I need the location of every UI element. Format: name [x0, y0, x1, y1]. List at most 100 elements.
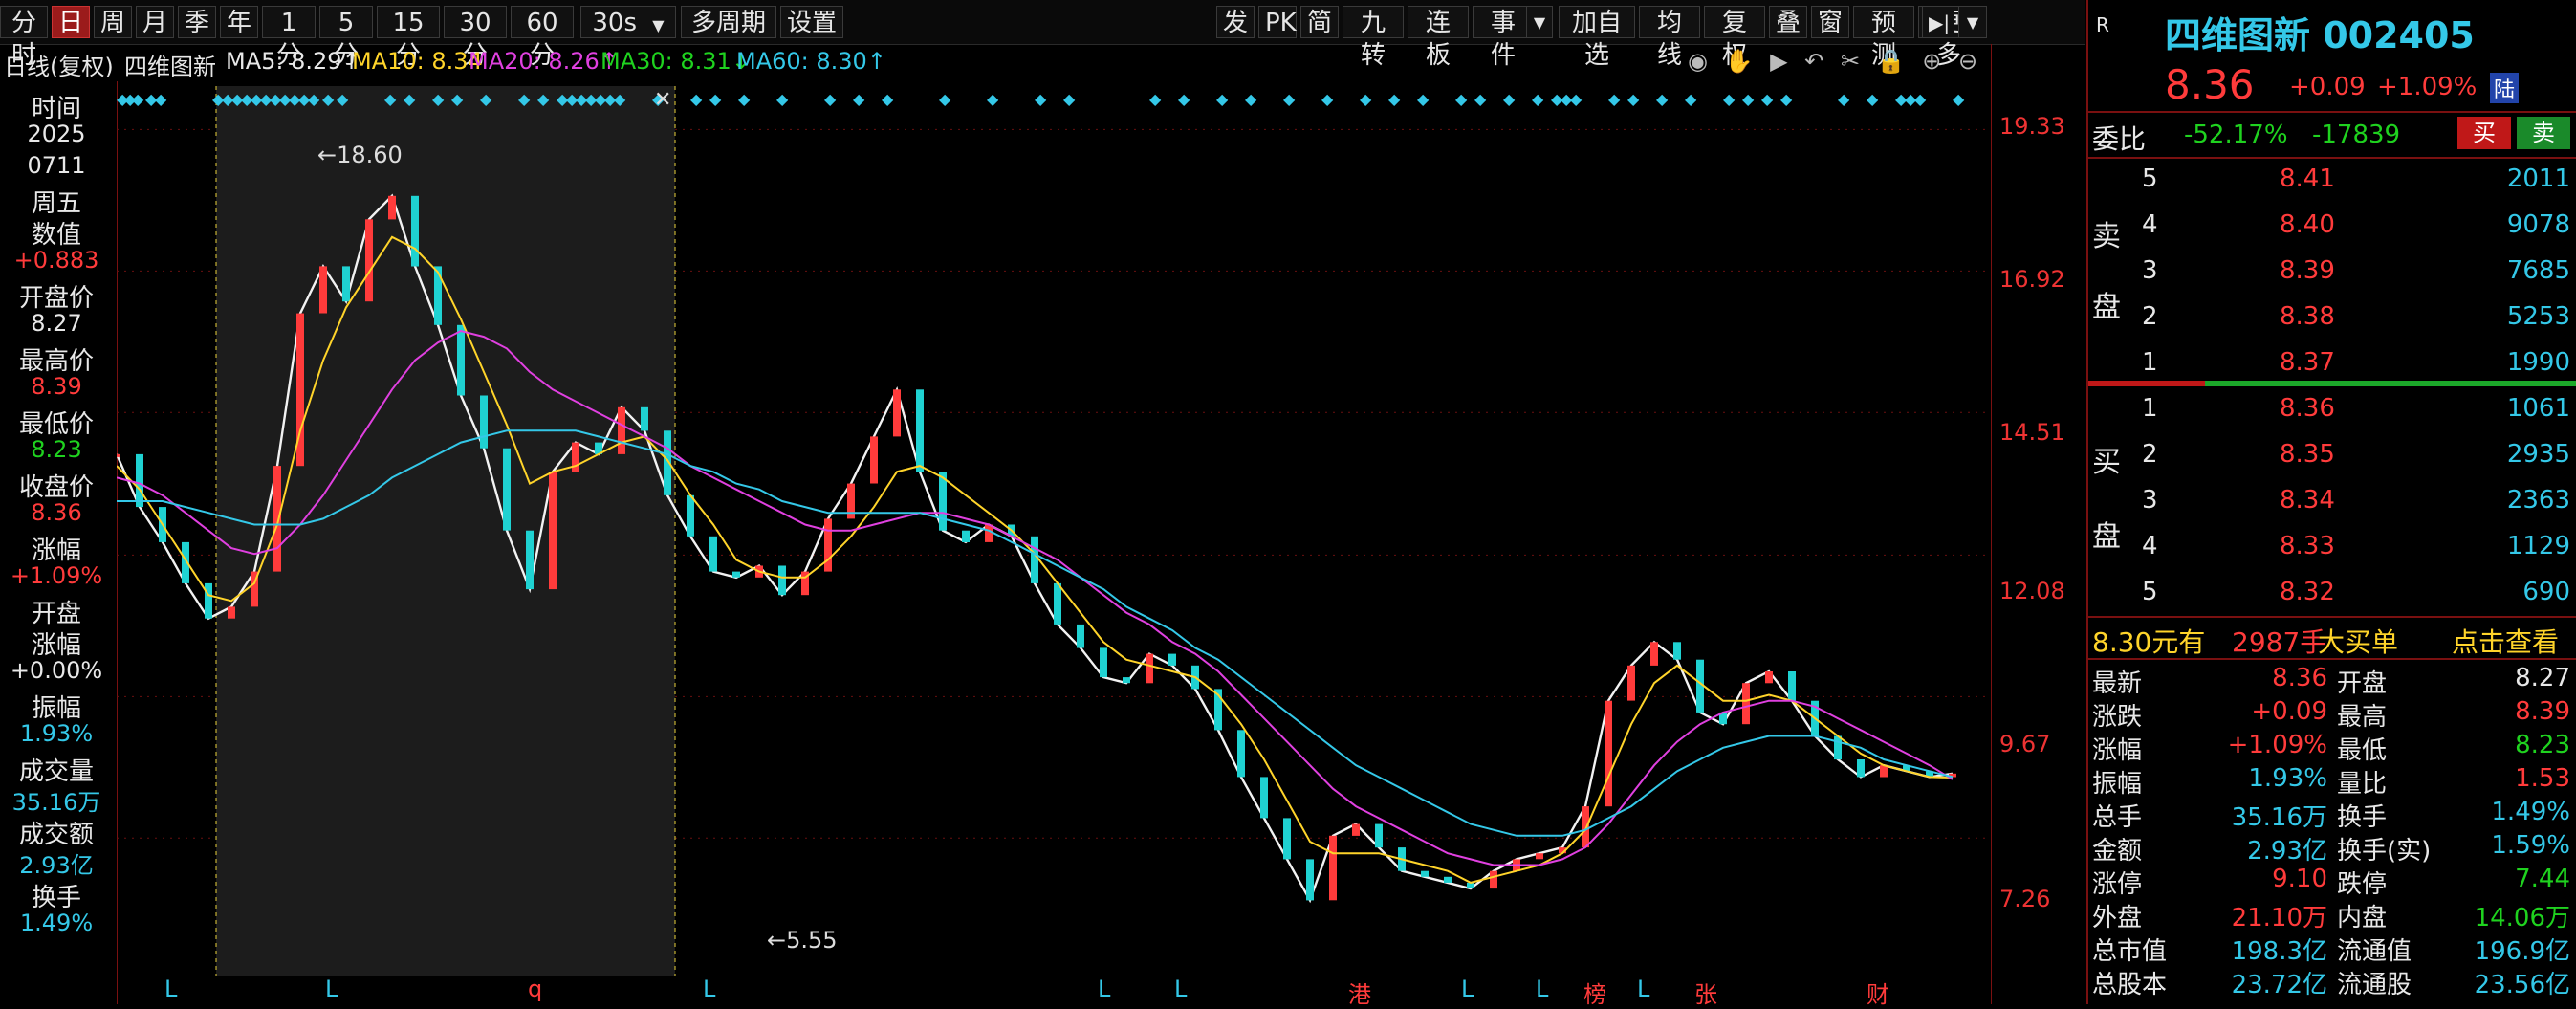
event-marker[interactable]: ◆: [308, 90, 320, 108]
kline-chart[interactable]: ◆ ◆ ◆ ◆ ◆ ◆ ◆ ◆ ◆ ◆ ◆ ◆ ◆ ◆ ◆ ◆ ◆ ◆ ◆ ◆ ◆ ◆ ◆ ◆ ◆ ◆ ◆ ◆ ◆ ◆ ◆ ◆ ◆ ◆ ◆ ◆ ◆ ◆ ◆ ◆…: [117, 81, 1991, 976]
event-marker[interactable]: ◆: [1656, 90, 1669, 108]
undo-icon[interactable]: ↶: [1804, 48, 1823, 75]
event-marker[interactable]: ◆: [1455, 90, 1468, 108]
event-marker[interactable]: ◆: [882, 90, 894, 108]
event-marker[interactable]: ◆: [1417, 90, 1430, 108]
event-marker[interactable]: ◆: [1360, 90, 1372, 108]
event-marker[interactable]: ◆: [738, 90, 751, 108]
hand-icon[interactable]: ✋: [1725, 48, 1754, 75]
event-flag[interactable]: q: [528, 976, 542, 1002]
toolbar-right-btn-0[interactable]: 发: [1216, 6, 1255, 38]
event-marker[interactable]: ◆: [1532, 90, 1544, 108]
event-marker[interactable]: ◆: [480, 90, 492, 108]
toolbar-right-btn-5[interactable]: 事件: [1473, 6, 1534, 70]
scissors-icon[interactable]: ✂: [1841, 48, 1860, 75]
event-marker[interactable]: ◆: [1761, 90, 1774, 108]
event-flag[interactable]: L: [1098, 976, 1110, 1002]
bids-row[interactable]: 4 8.33 1129: [2088, 532, 2576, 566]
event-flag[interactable]: L: [703, 976, 715, 1002]
toolbar-right2-btn-5[interactable]: 预测: [1853, 6, 1914, 70]
event-flag[interactable]: L: [1461, 976, 1474, 1002]
event-marker[interactable]: ◆: [1388, 90, 1401, 108]
toolbar-right-btn-3[interactable]: 九转: [1343, 6, 1404, 70]
zoom-out-icon[interactable]: ⊖: [1958, 48, 1977, 75]
toolbar-right2-btn-4[interactable]: 窗: [1811, 6, 1849, 38]
event-marker[interactable]: ◆: [614, 90, 626, 108]
event-marker[interactable]: ◆: [1321, 90, 1334, 108]
toolbar-right2-btn-0[interactable]: 加自选: [1559, 6, 1635, 70]
event-marker[interactable]: ◆: [1149, 90, 1162, 108]
event-marker[interactable]: ◆: [690, 90, 703, 108]
period-tab-2[interactable]: 周: [94, 6, 132, 38]
lock-icon[interactable]: 🔒: [1877, 48, 1906, 75]
buy-button[interactable]: 买: [2457, 117, 2511, 149]
event-marker[interactable]: ◆: [432, 90, 445, 108]
toolbar-right2-btn-3[interactable]: 叠: [1769, 6, 1807, 38]
period-tab-9[interactable]: 30分: [444, 6, 507, 70]
event-dropdown-icon[interactable]: ▼: [1526, 6, 1553, 38]
eye-icon[interactable]: ◉: [1688, 48, 1708, 75]
asks-row[interactable]: 3 8.39 7685: [2088, 256, 2576, 291]
event-flag[interactable]: L: [1637, 976, 1649, 1002]
zoom-in-icon[interactable]: ⊕: [1922, 48, 1941, 75]
period-tab-10[interactable]: 60分: [511, 6, 574, 70]
event-marker[interactable]: ◆: [322, 90, 335, 108]
period-tab-8[interactable]: 15分: [377, 6, 440, 70]
bids-row[interactable]: 3 8.34 2363: [2088, 486, 2576, 520]
event-marker[interactable]: ◆: [1570, 90, 1583, 108]
bids-row[interactable]: 2 8.35 2935: [2088, 440, 2576, 474]
play-icon[interactable]: ▶: [1770, 48, 1787, 75]
close-selection-icon[interactable]: ✕: [654, 88, 671, 112]
bids-row[interactable]: 1 8.36 1061: [2088, 394, 2576, 428]
event-flag[interactable]: L: [1174, 976, 1187, 1002]
play-last-icon[interactable]: ▶|: [1922, 6, 1954, 38]
event-flag[interactable]: L: [1536, 976, 1548, 1002]
period-tab-5[interactable]: 年: [220, 6, 258, 38]
event-marker[interactable]: ◆: [384, 90, 397, 108]
event-marker[interactable]: ◆: [1953, 90, 1965, 108]
event-marker[interactable]: ◆: [337, 90, 349, 108]
period-tab-6[interactable]: 1分: [262, 6, 316, 70]
event-marker[interactable]: ◆: [1216, 90, 1229, 108]
event-marker[interactable]: ◆: [1838, 90, 1850, 108]
toolbar-right-btn-1[interactable]: PK: [1258, 6, 1297, 38]
event-marker[interactable]: ◆: [1063, 90, 1076, 108]
period-tab-0[interactable]: 分时: [0, 6, 48, 70]
event-marker[interactable]: ◆: [1474, 90, 1487, 108]
event-marker[interactable]: ◆: [1627, 90, 1640, 108]
event-marker[interactable]: ◆: [155, 90, 167, 108]
event-marker[interactable]: ◆: [537, 90, 550, 108]
toolbar-btn-multi-period[interactable]: 多周期: [681, 6, 776, 38]
event-marker[interactable]: ◆: [1035, 90, 1047, 108]
event-marker[interactable]: ◆: [709, 90, 722, 108]
asks-row[interactable]: 2 8.38 5253: [2088, 302, 2576, 337]
event-marker[interactable]: ◆: [1503, 90, 1516, 108]
collapse-down-icon[interactable]: ▼: [1958, 6, 1987, 38]
period-tab-7[interactable]: 5分: [319, 6, 373, 70]
event-marker[interactable]: ◆: [1608, 90, 1621, 108]
big-order-link[interactable]: 点击查看: [2452, 622, 2559, 660]
event-marker[interactable]: ◆: [1245, 90, 1257, 108]
event-marker[interactable]: ◆: [853, 90, 865, 108]
toolbar-right2-btn-1[interactable]: 均线: [1639, 6, 1700, 70]
asks-row[interactable]: 5 8.41 2011: [2088, 165, 2576, 199]
event-marker[interactable]: ◆: [987, 90, 999, 108]
event-marker[interactable]: ◆: [824, 90, 837, 108]
event-marker[interactable]: ◆: [1742, 90, 1755, 108]
event-flag[interactable]: L: [325, 976, 338, 1002]
sell-button[interactable]: 卖: [2517, 117, 2570, 149]
event-marker[interactable]: ◆: [1178, 90, 1190, 108]
event-flag[interactable]: L: [164, 976, 177, 1002]
event-marker[interactable]: ◆: [1867, 90, 1879, 108]
event-marker[interactable]: ◆: [1723, 90, 1736, 108]
event-marker[interactable]: ◆: [776, 90, 789, 108]
event-marker[interactable]: ◆: [1283, 90, 1296, 108]
event-marker[interactable]: ◆: [404, 90, 416, 108]
event-marker[interactable]: ◆: [1685, 90, 1697, 108]
asks-row[interactable]: 1 8.37 1990: [2088, 348, 2576, 383]
toolbar-right2-btn-2[interactable]: 复权: [1704, 6, 1765, 70]
period-tab-3[interactable]: 月: [136, 6, 174, 38]
toolbar-right-btn-2[interactable]: 简: [1300, 6, 1339, 38]
event-marker[interactable]: ◆: [451, 90, 464, 108]
period-tab-1[interactable]: 日: [52, 6, 90, 38]
